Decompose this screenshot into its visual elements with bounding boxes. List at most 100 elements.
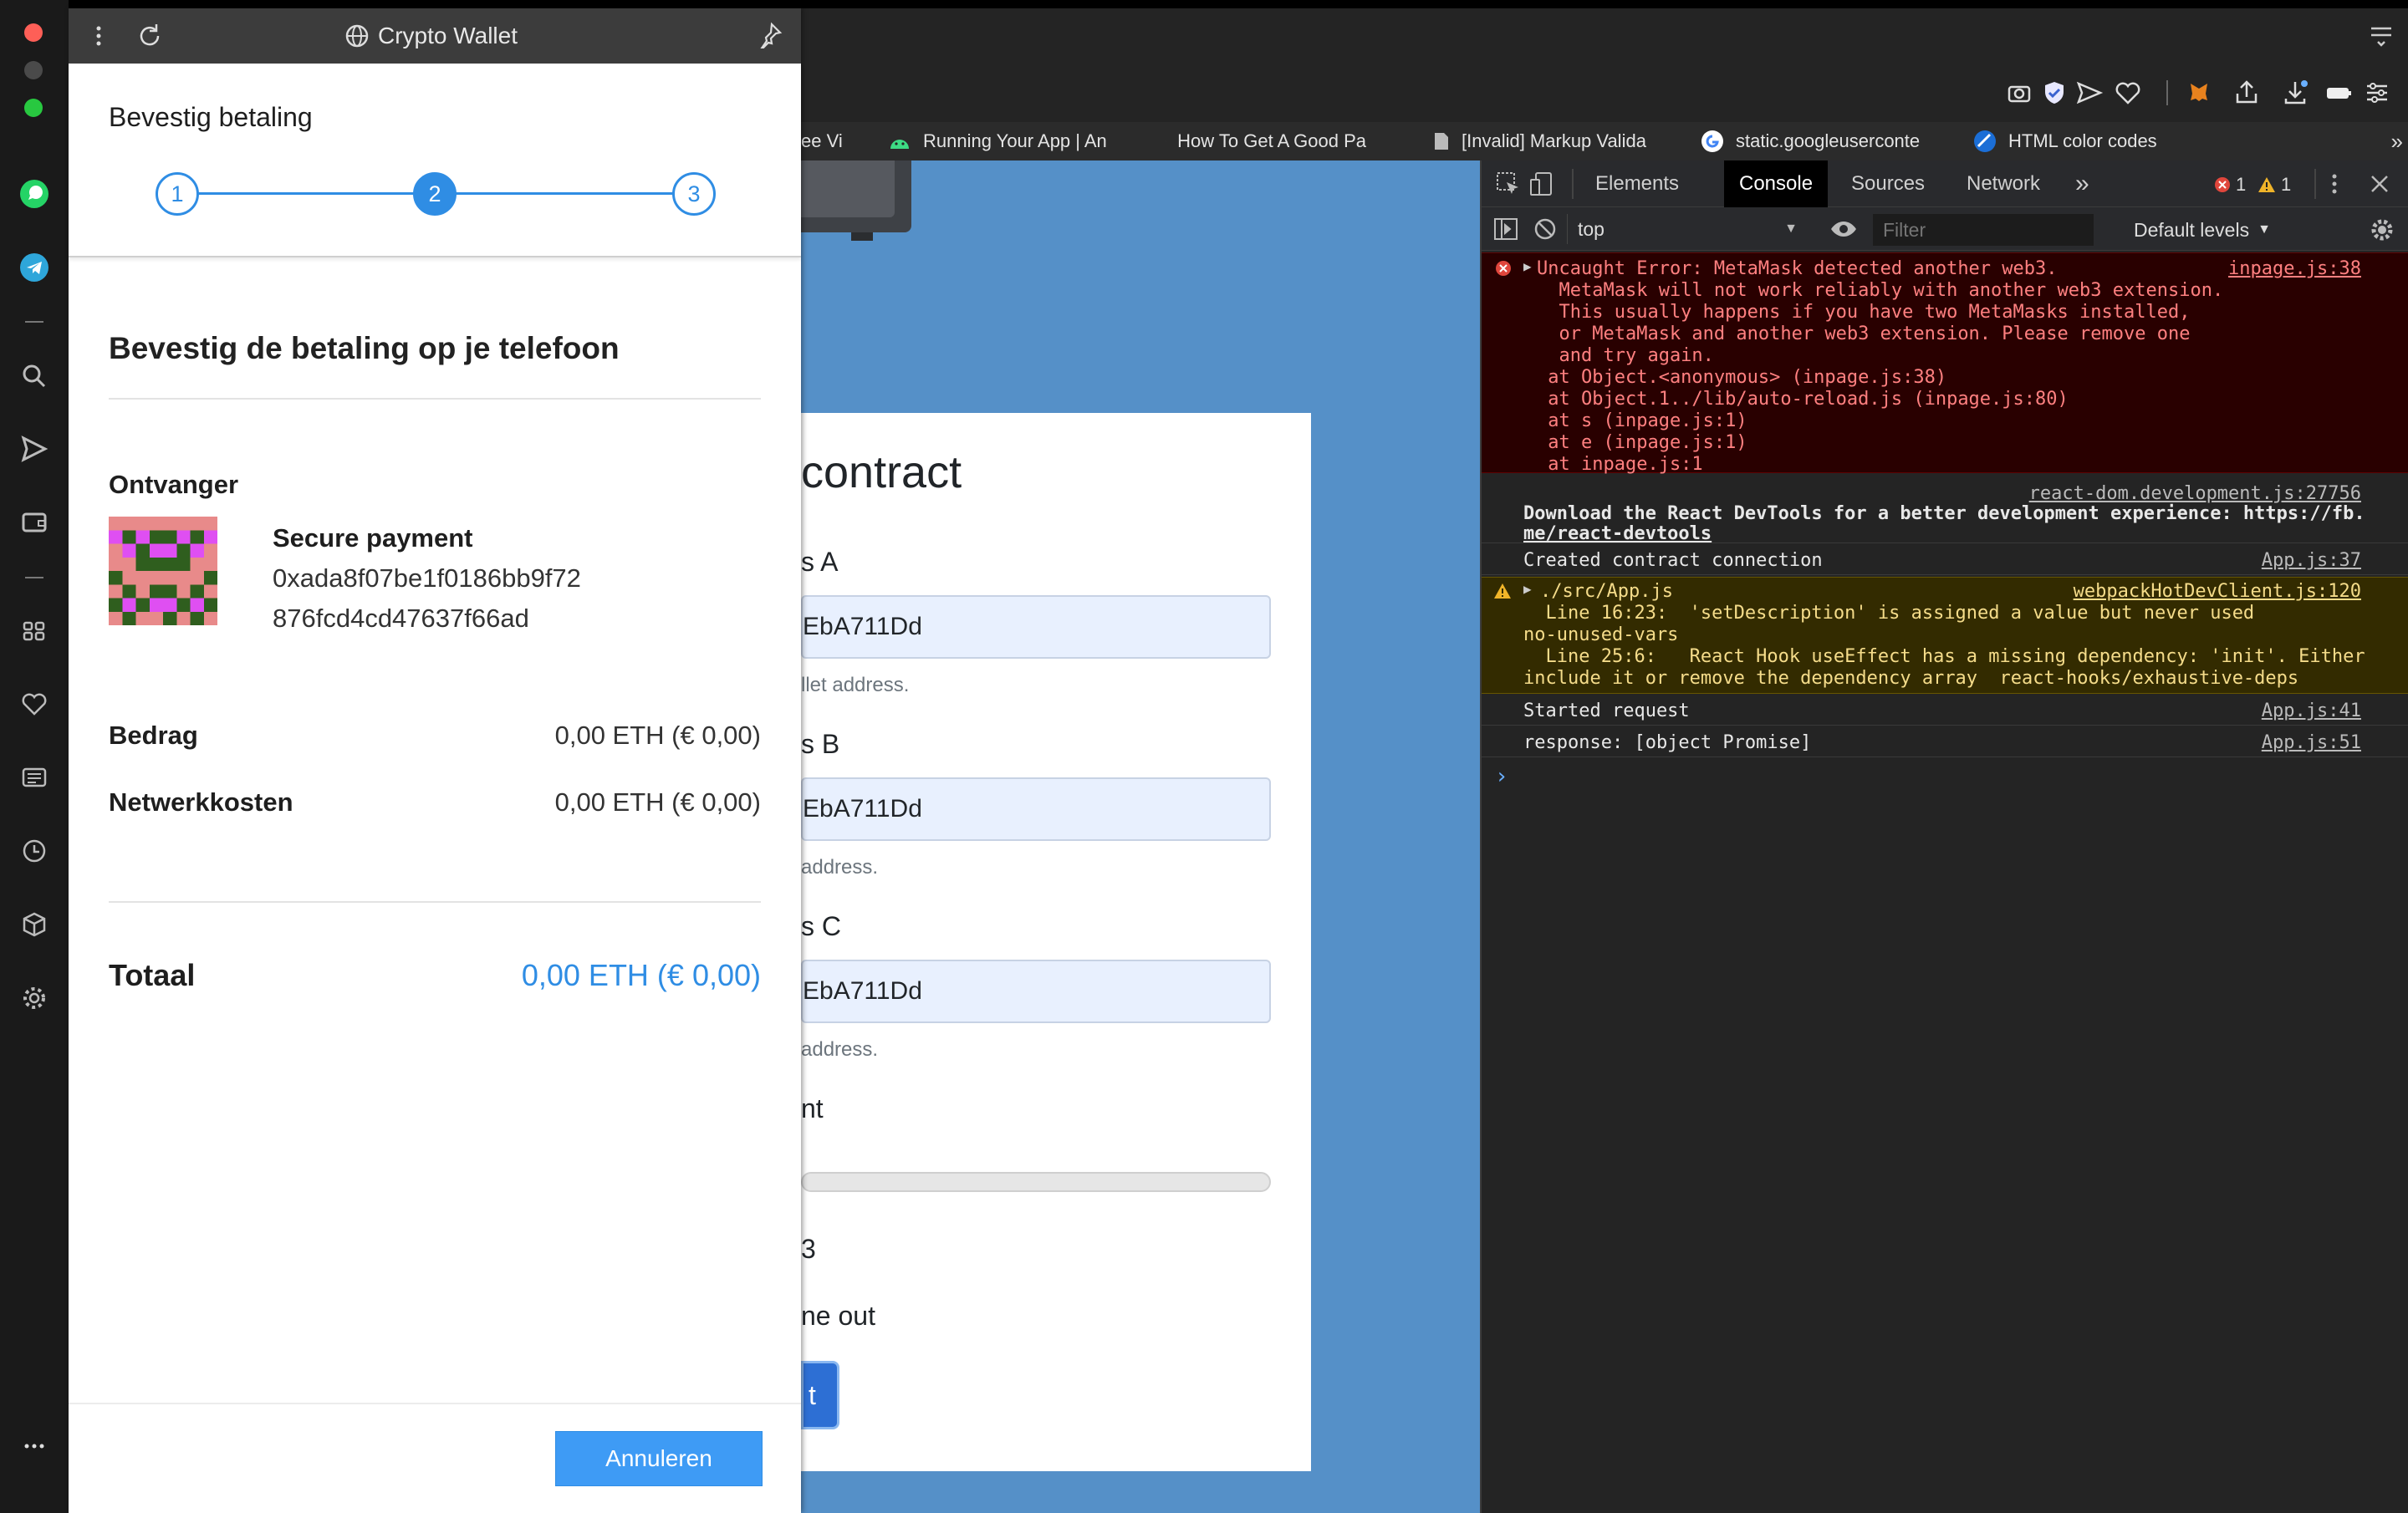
clear-console-icon[interactable] (1533, 217, 1557, 241)
stack-trace-line[interactable]: at inpage.js:1 (1537, 454, 1702, 475)
stack-trace-line[interactable]: at Object.1../lib/auto-reload.js (inpage… (1537, 389, 2069, 410)
tab-console[interactable]: Console (1724, 160, 1829, 207)
tab-sources[interactable]: Sources (1839, 160, 1936, 207)
stack-trace-line[interactable]: at e (inpage.js:1) (1537, 432, 1747, 453)
minimize-window-button[interactable] (24, 61, 43, 79)
recipient-label: Ontvanger (109, 470, 239, 499)
extensions-cube-icon[interactable] (18, 908, 51, 941)
close-window-button[interactable] (24, 23, 43, 42)
cancel-button[interactable]: Annuleren (555, 1431, 763, 1486)
wallet-icon[interactable] (18, 505, 51, 538)
range-slider[interactable] (801, 1172, 1271, 1192)
crypto-wallet-popup: Crypto Wallet Bevestig betaling 1 2 3 Be… (69, 8, 801, 1513)
send-icon[interactable] (18, 432, 51, 466)
bookmark-item[interactable]: [Invalid] Markup Valida (1433, 122, 1664, 160)
snapshot-camera-icon[interactable] (2005, 79, 2033, 107)
log-source-link[interactable]: App.js:37 (2262, 550, 2361, 571)
tab-menu-icon[interactable] (2370, 25, 2393, 47)
more-icon[interactable] (18, 1429, 51, 1463)
submit-button[interactable]: t (801, 1361, 839, 1429)
device-toolbar-icon[interactable] (1528, 171, 1555, 197)
heart-icon[interactable] (18, 687, 51, 721)
wallet-menu-icon[interactable] (94, 22, 104, 50)
close-devtools-icon[interactable] (2370, 174, 2390, 194)
expand-triangle-icon[interactable]: ▶ (1523, 258, 1532, 274)
battery-icon[interactable] (2324, 79, 2353, 107)
globe-icon (345, 24, 369, 48)
address-a-input[interactable]: EbA711Dd (801, 595, 1271, 659)
easy-setup-icon[interactable] (2363, 79, 2391, 107)
browser-sidebar (0, 0, 69, 1513)
log-source-link[interactable]: App.js:51 (2262, 732, 2361, 753)
sidebar-divider (25, 577, 43, 578)
download-icon[interactable] (2281, 79, 2309, 107)
field-label-b: s B (801, 729, 840, 759)
reload-icon[interactable] (135, 22, 164, 50)
warning-counter[interactable]: 1 (2258, 174, 2291, 196)
tab-elements[interactable]: Elements (1584, 160, 1691, 207)
settings-gear-icon[interactable] (18, 981, 51, 1015)
bookmark-item[interactable]: ee Vi (801, 122, 851, 160)
bookmark-item[interactable]: How To Get A Good Pa (1166, 122, 1366, 160)
page-icon (1435, 133, 1448, 150)
total-label: Totaal (109, 958, 196, 992)
context-selector[interactable]: top ▼ (1567, 214, 1808, 244)
share-icon[interactable] (2232, 79, 2261, 107)
stack-trace-line[interactable]: at s (inpage.js:1) (1537, 410, 1747, 431)
telegram-icon[interactable] (18, 251, 51, 284)
address-c-input[interactable]: EbA711Dd (801, 960, 1271, 1023)
log-source-link[interactable]: App.js:41 (2262, 700, 2361, 721)
search-icon[interactable] (18, 359, 51, 393)
expand-triangle-icon[interactable]: ▶ (1523, 581, 1532, 597)
warning-icon (1494, 583, 1511, 599)
wallet-title: Crypto Wallet (344, 22, 518, 50)
whatsapp-icon[interactable] (18, 177, 51, 211)
warning-icon (2258, 177, 2275, 192)
bookmark-item[interactable]: Running Your App | An (888, 122, 1139, 160)
devtools-panel: Elements Console Sources Network » 1 1 t… (1480, 160, 2408, 1513)
confirm-heading: Bevestig de betaling op je telefoon (109, 331, 620, 365)
network-fee-value: 0,00 ETH (€ 0,00) (554, 787, 761, 817)
speed-dial-icon[interactable] (18, 614, 51, 648)
metamask-fox-icon[interactable] (2186, 79, 2214, 107)
field-label-a: s A (801, 547, 839, 577)
wallet-title-bar: Crypto Wallet (69, 8, 801, 64)
react-source-link[interactable]: react-dom.development.js:27756 (2029, 483, 2361, 504)
top-strip (69, 0, 2408, 8)
devtools-tab-bar: Elements Console Sources Network » 1 1 (1482, 160, 2408, 207)
tab-network[interactable]: Network (1955, 160, 2052, 207)
sidebar-divider (25, 321, 43, 323)
console-warning-entry[interactable]: ▶ ./src/App.js Line 16:23: 'setDescripti… (1482, 577, 2408, 694)
address-b-input[interactable]: EbA711Dd (801, 777, 1271, 841)
zoom-window-button[interactable] (24, 99, 43, 117)
log-levels-dropdown[interactable]: Default levels ▼ (2134, 214, 2271, 246)
error-counter[interactable]: 1 (2214, 174, 2246, 196)
stack-trace-line[interactable]: at Object.<anonymous> (inpage.js:38) (1537, 367, 1946, 388)
console-settings-gear-icon[interactable] (2370, 217, 2395, 242)
google-icon (1701, 130, 1723, 152)
console-filter-input[interactable] (1873, 214, 2094, 246)
error-line: Uncaught Error: MetaMask detected anothe… (1537, 258, 2058, 279)
news-icon[interactable] (18, 761, 51, 794)
history-icon[interactable] (18, 834, 51, 868)
flow-send-icon[interactable] (2075, 79, 2104, 107)
bookmark-label: Running Your App | An (923, 130, 1107, 151)
console-error-entry[interactable]: ▶ Uncaught Error: MetaMask detected anot… (1482, 252, 2408, 475)
show-sidebar-icon[interactable] (1493, 217, 1518, 241)
more-tabs-icon[interactable]: » (2075, 160, 2089, 207)
web-page: contract s A EbA711Dd llet address. s B … (801, 160, 1480, 1513)
header-title: Bevestig betaling (109, 102, 313, 132)
bookmark-item[interactable]: static.googleuserconte (1701, 122, 1935, 160)
kebab-menu-icon[interactable] (2329, 172, 2339, 196)
inspect-element-icon[interactable] (1495, 171, 1522, 197)
pin-icon[interactable] (756, 22, 783, 48)
react-devtools-link[interactable]: me/react-devtools (1523, 523, 1712, 544)
vpn-shield-icon[interactable] (2040, 79, 2069, 107)
heart-bookmark-icon[interactable] (2114, 79, 2142, 107)
error-source-link[interactable]: inpage.js:38 (2228, 258, 2361, 279)
warning-source-link[interactable]: webpackHotDevClient.js:120 (2074, 581, 2361, 602)
bookmarks-overflow-icon[interactable]: » (2391, 129, 2403, 155)
bookmark-item[interactable]: HTML color codes (1973, 122, 2224, 160)
console-prompt[interactable]: › (1482, 762, 2408, 792)
live-expression-eye-icon[interactable] (1829, 217, 1858, 241)
